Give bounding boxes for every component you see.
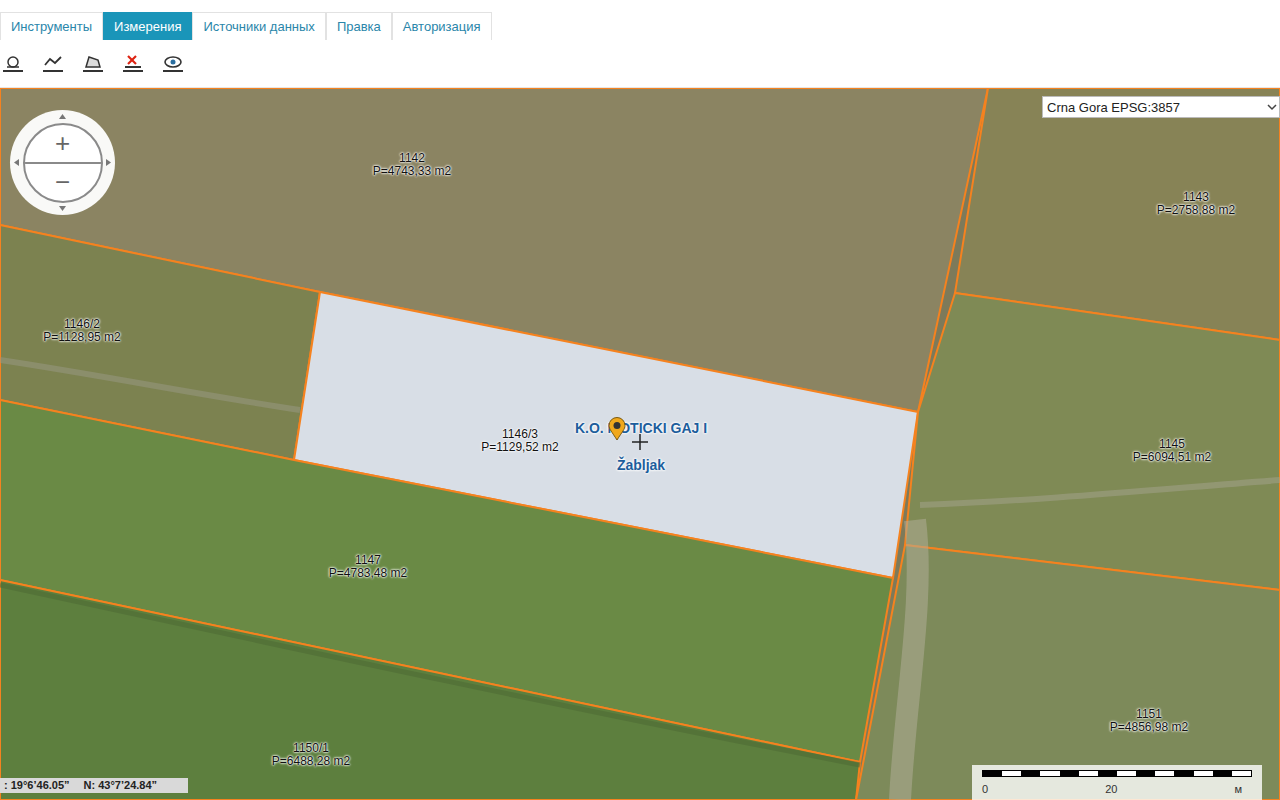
measure-area-button[interactable] bbox=[82, 50, 104, 76]
scale-bar: 0 20 м bbox=[972, 765, 1262, 800]
scale-start: 0 bbox=[982, 783, 988, 795]
zoom-control: +− bbox=[10, 110, 115, 215]
municipality-label: Žabljak bbox=[617, 457, 665, 473]
measure-line-button[interactable] bbox=[42, 50, 64, 76]
parcel-label: 1151P=4856,98 m2 bbox=[1110, 708, 1188, 734]
eye-button[interactable] bbox=[162, 50, 184, 76]
map[interactable]: 1142P=4743,33 m2 1143P=2758,88 m2 1146/2P=… bbox=[0, 88, 1280, 800]
parcel-label: 1142P=4743,33 m2 bbox=[373, 152, 451, 178]
tab[interactable]: Авторизация bbox=[392, 12, 492, 40]
clear-measure-button[interactable] bbox=[122, 50, 144, 76]
tab[interactable]: Измерения bbox=[103, 12, 192, 40]
track bbox=[920, 480, 1280, 505]
eye-icon bbox=[162, 52, 184, 74]
measure-area-icon bbox=[82, 52, 104, 74]
coordinates-readout: : 19°6’46.05”N: 43°7’24.84” bbox=[0, 778, 188, 793]
dropdown-chevron-icon bbox=[1267, 103, 1277, 111]
track bbox=[0, 360, 300, 410]
parcel-label: 1146/2P=1128,95 m2 bbox=[43, 318, 121, 344]
scale-mid: 20 bbox=[1105, 783, 1117, 795]
parcel-label: 1145P=6094,51 m2 bbox=[1133, 438, 1211, 464]
scale-unit: м bbox=[1234, 783, 1242, 795]
tab[interactable]: Инструменты bbox=[0, 12, 103, 40]
measure-point-button[interactable] bbox=[2, 50, 24, 76]
parcel-label: 1147P=4783,48 m2 bbox=[329, 554, 407, 580]
parcel-label: 1143P=2758,88 m2 bbox=[1157, 191, 1235, 217]
parcel-label: 1150/1P=6488,28 m2 bbox=[272, 742, 350, 768]
clear-measure-icon bbox=[122, 52, 144, 74]
parcel[interactable] bbox=[905, 293, 1280, 590]
tab-bar: ИнструментыИзмеренияИсточники данныхПрав… bbox=[0, 0, 1280, 40]
zoom-out-button[interactable]: − bbox=[25, 164, 101, 201]
cadastral-zone-label: K.O. MOTICKI GAJ I bbox=[575, 420, 707, 436]
measure-point-icon bbox=[2, 52, 24, 74]
hedge bbox=[0, 585, 860, 765]
zoom-in-button[interactable]: + bbox=[25, 125, 101, 164]
toolbar bbox=[0, 40, 1280, 88]
cursor-crosshair-icon bbox=[632, 434, 648, 450]
measure-line-icon bbox=[42, 52, 64, 74]
parcel-label: 1146/3P=1129,52 m2 bbox=[481, 428, 559, 454]
parcel[interactable] bbox=[0, 580, 860, 800]
location-pin-icon[interactable] bbox=[608, 417, 626, 441]
tab[interactable]: Правка bbox=[326, 12, 392, 40]
projection-select[interactable]: Crna Gora EPSG:3857 bbox=[1042, 96, 1280, 118]
tab[interactable]: Источники данных bbox=[192, 12, 325, 40]
cadastre-viewer: ИнструментыИзмеренияИсточники данныхПрав… bbox=[0, 0, 1280, 800]
dirt-road bbox=[900, 520, 918, 800]
